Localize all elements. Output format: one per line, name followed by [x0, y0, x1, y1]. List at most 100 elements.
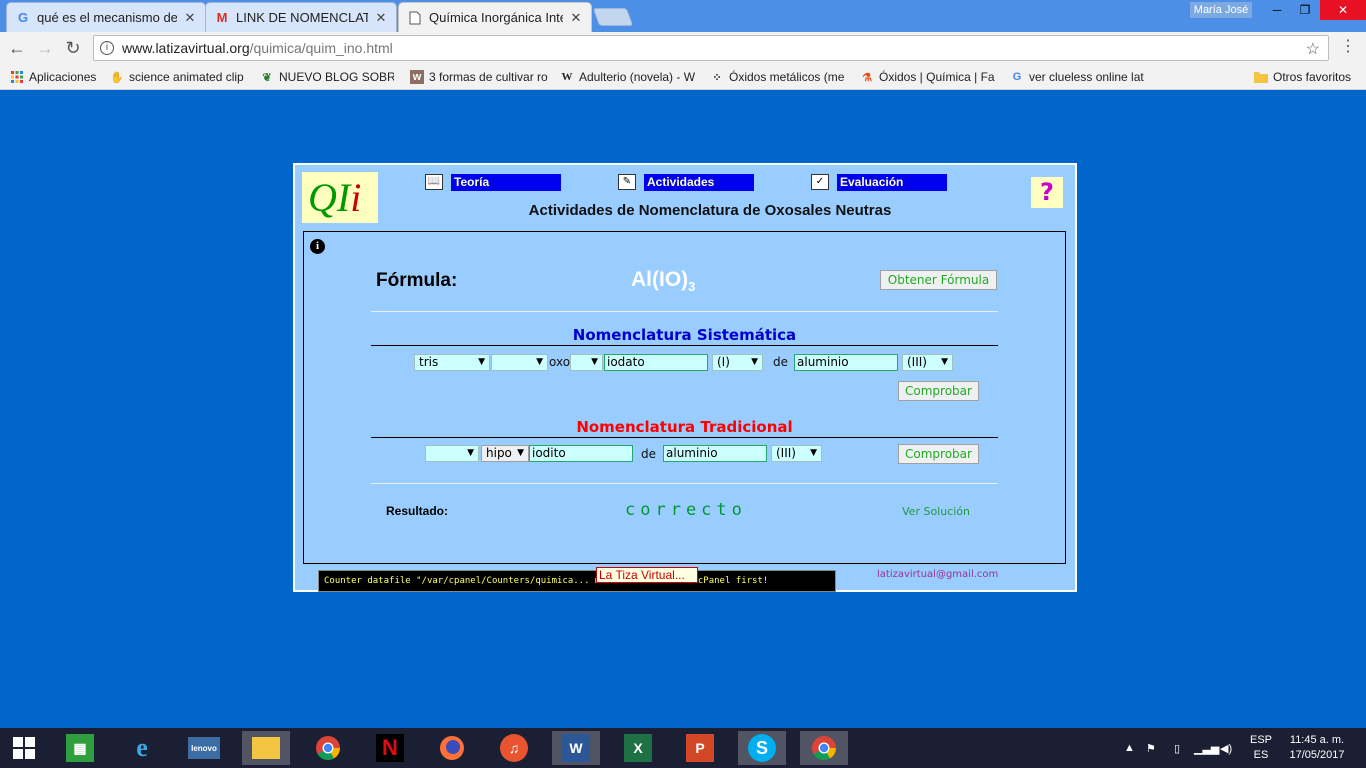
traditional-heading: Nomenclatura Tradicional [576, 418, 793, 436]
chrome-menu-icon[interactable]: ⋮ [1340, 36, 1356, 58]
traditional-oxstate-select[interactable]: (III) ▼ [771, 445, 822, 462]
dropdown-arrow-icon: ▼ [467, 448, 474, 458]
site-info-icon[interactable]: i [100, 41, 114, 55]
battery-icon[interactable]: ▯ [1174, 728, 1180, 768]
formula-value: Al(IO)3 [631, 268, 695, 294]
volume-icon[interactable]: ◀) [1220, 728, 1232, 768]
restore-icon[interactable]: ❐ [1290, 0, 1320, 20]
taskbar-lenovo[interactable]: lenovo [180, 731, 228, 765]
taskbar-firefox[interactable] [428, 731, 476, 765]
systematic-oxo-select[interactable]: ▼ [570, 354, 603, 371]
new-tab-button[interactable] [592, 8, 634, 26]
traditional-underline [371, 437, 998, 438]
clock[interactable]: 11:45 a. m. 17/05/2017 [1284, 733, 1350, 763]
traditional-anion-input[interactable]: iodito [529, 445, 633, 462]
start-button[interactable] [0, 731, 48, 765]
bookmark-science[interactable]: ✋ science animated clip [110, 68, 244, 86]
systematic-cation-input[interactable]: aluminio [794, 354, 898, 371]
result-value: correcto [625, 500, 747, 520]
exercise-box: i Fórmula: Al(IO)3 Obtener Fórmula Nomen… [303, 231, 1066, 564]
help-button[interactable]: ? [1031, 177, 1063, 208]
bookmark-cultivar[interactable]: w 3 formas de cultivar ro [410, 68, 548, 86]
book-icon: 📖 [425, 174, 443, 190]
nav-evaluacion-label[interactable]: Evaluación [837, 173, 947, 191]
taskbar-ie[interactable]: e [118, 731, 166, 765]
tab-label: Química Inorgánica Inter [429, 10, 563, 25]
nav-actividades[interactable]: ✎ Actividades [618, 173, 754, 191]
traditional-prefix-select[interactable]: hipo ▼ [481, 445, 529, 462]
bookmark-oxidos-quimica[interactable]: ⚗ Óxidos | Química | Fa [860, 68, 996, 86]
tab-label: LINK DE NOMENCLATUR [236, 10, 368, 25]
formula-label: Fórmula: [376, 270, 458, 291]
taskbar-powerpoint[interactable]: P [676, 731, 724, 765]
divider [371, 311, 998, 312]
bookmarks-bar: Aplicaciones ✋ science animated clip ❦ N… [0, 64, 1366, 90]
nav-teoria-label[interactable]: Teoría [451, 173, 561, 191]
wifi-signal-icon[interactable]: ▁▃▅ [1194, 728, 1219, 768]
dropdown-arrow-icon: ▼ [810, 448, 817, 458]
minimize-icon[interactable]: ─ [1262, 0, 1292, 20]
close-tab-icon[interactable]: ✕ [183, 10, 197, 26]
other-bookmarks[interactable]: Otros favoritos [1254, 68, 1351, 86]
taskbar-store[interactable]: ▦ [56, 731, 104, 765]
taskbar-word[interactable]: W [552, 731, 600, 765]
forward-icon[interactable]: → [34, 37, 56, 59]
bookmark-oxidos-metalicos[interactable]: ⁘ Óxidos metálicos (me [710, 68, 846, 86]
profile-button[interactable]: María José [1190, 2, 1252, 18]
activity-panel: QIi 📖 Teoría ✎ Actividades ✓ Evaluación … [293, 163, 1077, 592]
systematic-heading: Nomenclatura Sistemática [572, 326, 797, 344]
bookmark-blog[interactable]: ❦ NUEVO BLOG SOBRE [260, 68, 394, 86]
nav-actividades-label[interactable]: Actividades [644, 173, 754, 191]
show-hidden-icons[interactable]: ▲ [1124, 728, 1135, 768]
systematic-prefix-select[interactable]: ▼ [491, 354, 548, 371]
tab-google-search[interactable]: G qué es el mecanismo de ✕ [6, 2, 206, 32]
systematic-multiplier-select[interactable]: tris ▼ [414, 354, 490, 371]
qi-logo[interactable]: QIi [302, 172, 378, 223]
netflix-icon: N [376, 734, 404, 762]
nav-evaluacion[interactable]: ✓ Evaluación [811, 173, 947, 191]
traditional-cation-input[interactable]: aluminio [663, 445, 767, 462]
taskbar-chrome-1[interactable] [304, 731, 352, 765]
systematic-cation-oxstate-select[interactable]: (III) ▼ [902, 354, 953, 371]
nav-teoria[interactable]: 📖 Teoría [425, 173, 561, 191]
close-window-icon[interactable]: ✕ [1320, 0, 1366, 20]
address-bar[interactable]: i www.latizavirtual.org/quimica/quim_ino… [93, 35, 1329, 61]
taskbar-explorer[interactable] [242, 731, 290, 765]
taskbar-excel[interactable]: X [614, 731, 662, 765]
taskbar-music[interactable]: ♫ [490, 731, 538, 765]
select-value: (III) [907, 355, 927, 369]
reload-icon[interactable]: ↻ [62, 37, 84, 59]
traditional-suffix-select[interactable]: ▼ [425, 445, 479, 462]
systematic-anion-oxstate-select[interactable]: (I) ▼ [712, 354, 763, 371]
bookmark-label: NUEVO BLOG SOBRE [279, 70, 394, 84]
input-language[interactable]: ESP ES [1246, 733, 1276, 763]
back-icon[interactable]: ← [6, 37, 28, 59]
taskbar-chrome-2[interactable] [800, 731, 848, 765]
keyboard-code: ES [1253, 749, 1269, 761]
view-solution-link[interactable]: Ver Solución [902, 505, 970, 518]
systematic-check-button[interactable]: Comprobar [898, 381, 979, 401]
bookmark-wikipedia[interactable]: W Adulterio (novela) - W [560, 68, 696, 86]
traditional-check-button[interactable]: Comprobar [898, 444, 979, 464]
close-tab-icon[interactable]: ✕ [569, 10, 583, 26]
taskbar-skype[interactable]: S [738, 731, 786, 765]
apps-grid-icon [10, 70, 24, 84]
systematic-anion-input[interactable]: iodato [604, 354, 708, 371]
select-value: (I) [717, 355, 730, 369]
bookmark-clueless[interactable]: G ver clueless online lat [1010, 68, 1146, 86]
info-icon[interactable]: i [310, 239, 325, 254]
get-formula-button[interactable]: Obtener Fórmula [880, 270, 997, 290]
bookmark-star-icon[interactable]: ☆ [1306, 39, 1320, 59]
contact-email-link[interactable]: latizavirtual@gmail.com [877, 569, 998, 580]
flask-icon: ⚗ [862, 71, 872, 84]
page-title: Actividades de Nomenclatura de Oxosales … [528, 202, 892, 219]
select-value: tris [419, 355, 439, 369]
wikipedia-icon: W [561, 71, 573, 83]
tab-quimica-active[interactable]: Química Inorgánica Inter ✕ [398, 2, 592, 32]
flag-icon[interactable]: ⚑ [1146, 728, 1156, 768]
url-path: /quimica/quim_ino.html [249, 40, 393, 56]
taskbar-netflix[interactable]: N [366, 731, 414, 765]
bookmark-apps[interactable]: Aplicaciones [10, 68, 96, 86]
close-tab-icon[interactable]: ✕ [374, 10, 388, 26]
tab-gmail[interactable]: M LINK DE NOMENCLATUR ✕ [205, 2, 397, 32]
